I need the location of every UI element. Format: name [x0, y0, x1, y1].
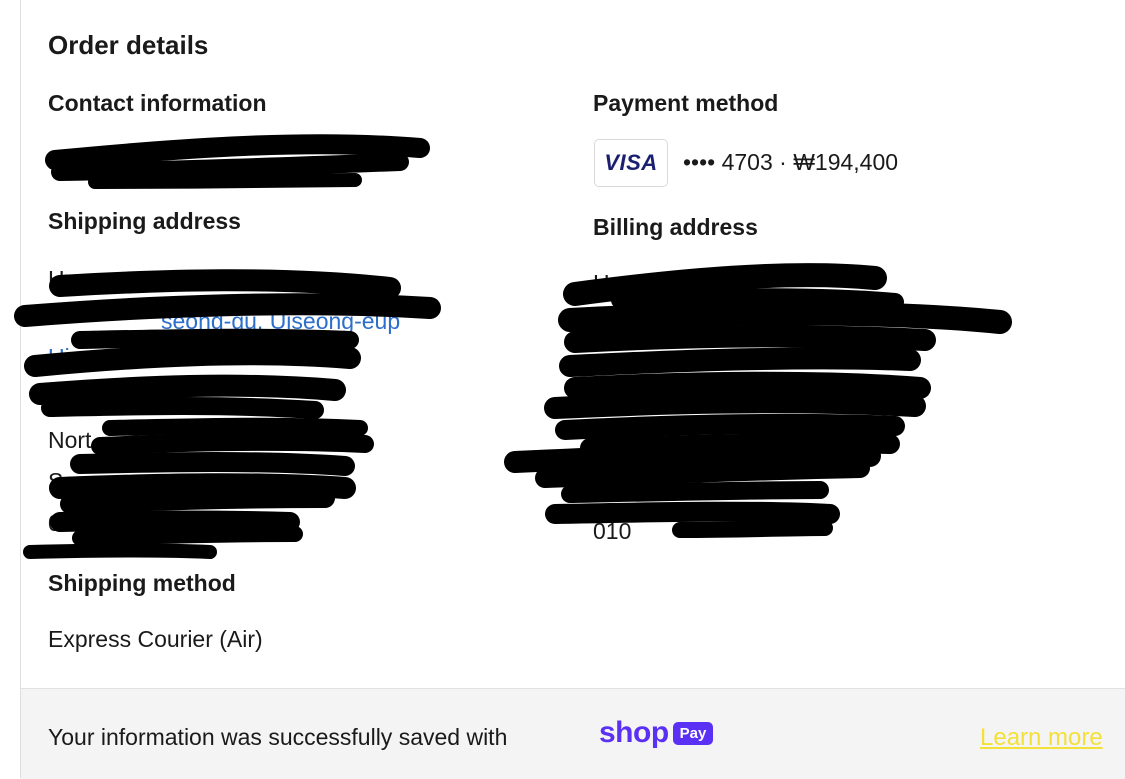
shipping-address-line: Sou — [48, 468, 89, 494]
card-summary: •••• 4703 · ₩194,400 — [683, 149, 899, 175]
shipping-address-line: Ui — [48, 344, 70, 370]
billing-address-line: Hye — [593, 270, 634, 296]
billing-address-line: 010 — [593, 518, 632, 544]
shop-logo-text: shop — [599, 716, 669, 749]
contact-email: hyeon — [48, 148, 111, 174]
shipping-address-line: Hy — [48, 266, 77, 292]
shipping-method-value: Express Courier (Air) — [48, 626, 263, 652]
shipping-method-heading: Shipping method — [48, 570, 236, 596]
visa-logo-text: VISA — [604, 150, 658, 175]
billing-address-heading: Billing address — [593, 214, 758, 240]
order-details-card: Order details Contact information hyeon … — [20, 0, 1125, 779]
shipping-address-line: seong-gu, Uiseong-eup — [161, 308, 401, 334]
shop-pay-footer: Your information was successfully saved … — [21, 688, 1125, 779]
shipping-address-line: Nort — [48, 427, 92, 453]
page-title: Order details — [48, 30, 209, 60]
learn-more-link[interactable]: Learn more — [980, 724, 1103, 752]
saved-message: Your information was successfully saved … — [48, 724, 508, 750]
shipping-address-heading: Shipping address — [48, 208, 241, 234]
contact-information-heading: Contact information — [48, 90, 267, 116]
pay-badge: Pay — [672, 722, 714, 745]
visa-card-icon: VISA — [594, 139, 668, 187]
shipping-address-line: 0 — [48, 510, 61, 536]
payment-method-heading: Payment method — [593, 90, 779, 116]
shop-pay-logo: shop Pay — [599, 716, 714, 750]
